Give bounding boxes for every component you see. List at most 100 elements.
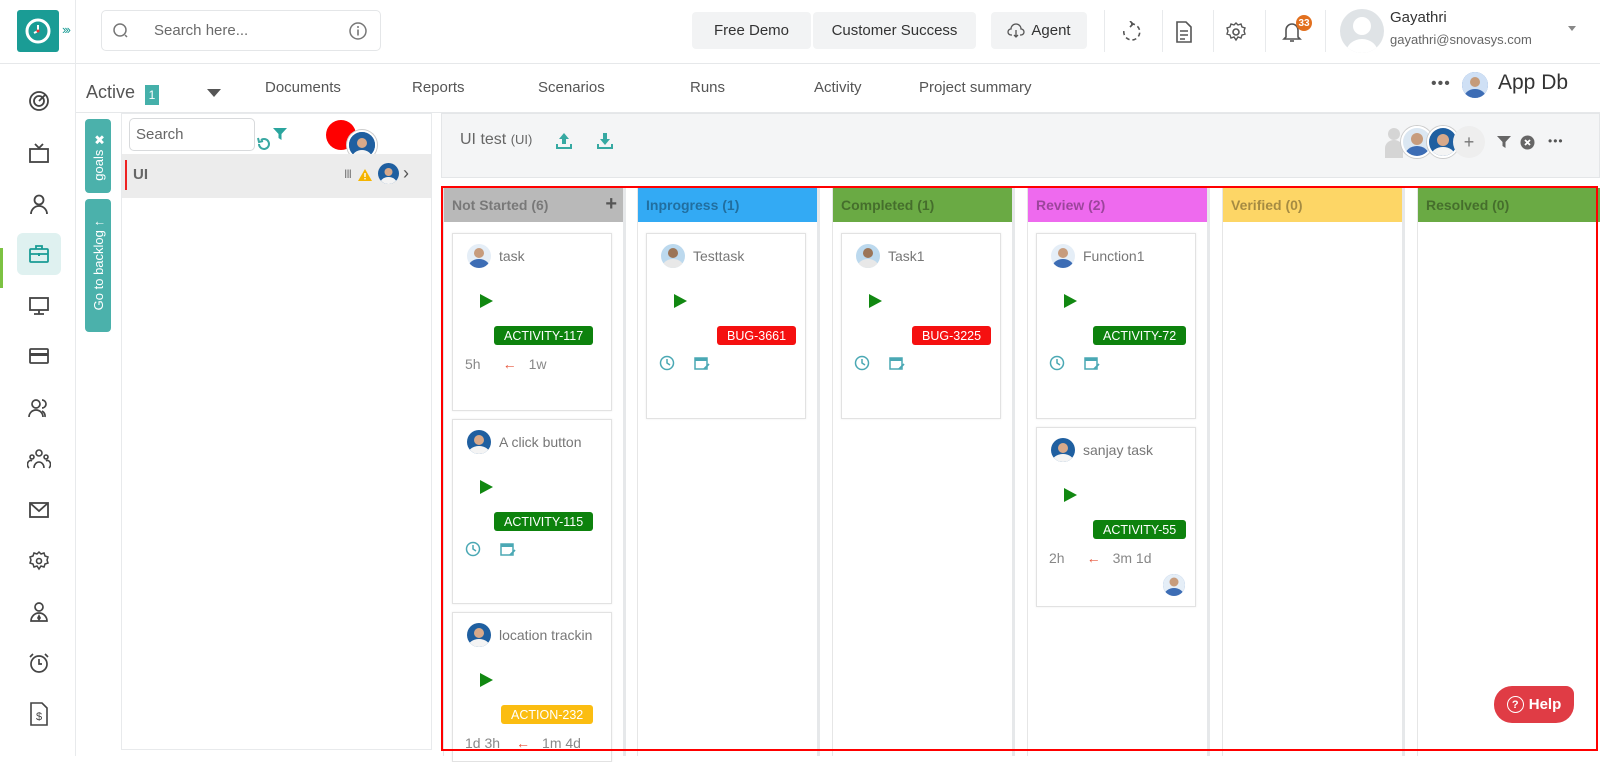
nav-billing[interactable] <box>17 335 61 377</box>
task-card[interactable]: A click button ACTIVITY-115 <box>452 419 612 604</box>
calendar-edit-icon[interactable] <box>889 355 905 371</box>
user-email: gayathri@snovasys.com <box>1390 32 1532 47</box>
clock-icon[interactable] <box>659 355 675 371</box>
info-icon[interactable] <box>348 21 368 41</box>
nav-settings[interactable] <box>17 540 61 582</box>
card-avatar <box>467 623 491 647</box>
nav-user[interactable] <box>17 183 61 225</box>
play-icon[interactable] <box>480 480 493 494</box>
board-more-icon[interactable]: ••• <box>1548 134 1564 148</box>
invoice-icon: $ <box>30 702 48 726</box>
go-to-backlog-tab[interactable]: Go to backlog ↑ <box>85 199 111 332</box>
add-member-button[interactable]: + <box>1453 126 1485 158</box>
tab-activity[interactable]: Activity <box>814 79 862 96</box>
backlog-tab-label: Go to backlog <box>90 230 106 311</box>
reviewer-avatar <box>1163 574 1185 596</box>
card-avatar <box>1051 438 1075 462</box>
chevron-right-icon[interactable]: › <box>403 163 409 184</box>
play-icon[interactable] <box>674 294 687 308</box>
task-card[interactable]: task ACTIVITY-117 5h ← 1w <box>452 233 612 411</box>
settings-icon[interactable] <box>1222 18 1250 46</box>
free-demo-button[interactable]: Free Demo <box>692 12 811 49</box>
card-tag[interactable]: BUG-3225 <box>912 326 992 345</box>
goal-row[interactable]: UI III › <box>122 154 431 198</box>
card-tag[interactable]: ACTION-232 <box>501 705 594 724</box>
agent-button[interactable]: Agent <box>991 12 1087 49</box>
task-card[interactable]: location trackin ACTION-232 1d 3h ← 1m 4… <box>452 612 612 762</box>
tab-scenarios[interactable]: Scenarios <box>538 79 605 96</box>
goals-tab[interactable]: goals ✖ <box>85 119 111 193</box>
download-icon[interactable] <box>597 132 613 150</box>
user-menu-caret-icon[interactable] <box>1568 26 1576 31</box>
nav-alarm[interactable] <box>17 642 61 684</box>
more-options-icon[interactable]: ••• <box>1431 75 1451 93</box>
goal-owner-avatar <box>378 163 399 184</box>
nav-team[interactable] <box>17 438 61 480</box>
search-input[interactable] <box>154 22 344 39</box>
nav-target[interactable] <box>17 80 61 122</box>
goals-search-input[interactable] <box>129 118 255 151</box>
nav-monitor[interactable] <box>17 285 61 327</box>
play-icon[interactable] <box>869 294 882 308</box>
reset-icon[interactable] <box>256 136 272 152</box>
calendar-edit-icon[interactable] <box>500 541 516 557</box>
expand-sidebar-icon[interactable]: ››› <box>62 22 71 37</box>
project-selector[interactable]: App Db <box>1498 71 1568 95</box>
card-title: Testtask <box>693 248 745 264</box>
column-not-started: Not Started (6) + task ACTIVITY-117 5h ←… <box>443 188 626 762</box>
tab-documents[interactable]: Documents <box>265 79 341 96</box>
refresh-icon[interactable] <box>1117 18 1145 46</box>
column-title: Resolved (0) <box>1426 197 1510 213</box>
customer-success-button[interactable]: Customer Success <box>813 12 976 49</box>
active-dropdown-caret-icon[interactable] <box>207 89 221 97</box>
task-card[interactable]: Function1 ACTIVITY-72 <box>1036 233 1196 419</box>
add-card-icon[interactable]: + <box>605 193 617 216</box>
nav-invoice[interactable]: $ <box>17 693 61 735</box>
active-filter-label[interactable]: Active <box>86 82 135 103</box>
tab-project-summary[interactable]: Project summary <box>919 79 1032 96</box>
clear-filter-icon[interactable] <box>1520 135 1535 150</box>
column-resolved: Resolved (0) <box>1417 188 1600 756</box>
nav-tv[interactable] <box>17 132 61 174</box>
deadline: 3m 1d <box>1112 550 1152 566</box>
card-tag[interactable]: ACTIVITY-55 <box>1093 520 1187 539</box>
card-tag[interactable]: ACTIVITY-117 <box>494 326 594 345</box>
app-logo[interactable] <box>17 10 59 52</box>
tab-runs[interactable]: Runs <box>690 79 725 96</box>
column-title: Verified (0) <box>1231 197 1303 213</box>
board-name: UI test <box>460 131 507 148</box>
tv-icon <box>29 143 49 163</box>
clock-logo-icon <box>25 18 51 44</box>
task-card[interactable]: sanjay task ACTIVITY-55 2h ← 3m 1d <box>1036 427 1196 607</box>
nav-mail[interactable] <box>17 489 61 531</box>
mail-icon <box>29 502 49 518</box>
clock-icon[interactable] <box>1049 355 1065 371</box>
upload-icon[interactable] <box>556 132 572 150</box>
tab-reports[interactable]: Reports <box>412 79 465 96</box>
card-tag[interactable]: ACTIVITY-115 <box>494 512 594 531</box>
clock-icon[interactable] <box>465 541 481 557</box>
nav-employee[interactable] <box>17 591 61 633</box>
play-icon[interactable] <box>1064 488 1077 502</box>
play-icon[interactable] <box>1064 294 1077 308</box>
filter-icon[interactable] <box>272 126 288 142</box>
help-button[interactable]: ? Help <box>1494 686 1574 723</box>
card-tag[interactable]: ACTIVITY-72 <box>1093 326 1187 345</box>
clock-icon[interactable] <box>854 355 870 371</box>
task-card[interactable]: Task1 BUG-3225 <box>841 233 1001 419</box>
alarm-clock-icon <box>29 653 49 673</box>
nav-users[interactable] <box>17 387 61 429</box>
card-title: Task1 <box>888 248 925 264</box>
card-tag[interactable]: BUG-3661 <box>717 326 797 345</box>
calendar-edit-icon[interactable] <box>1084 355 1100 371</box>
nav-indicator <box>0 248 3 288</box>
play-icon[interactable] <box>480 673 493 687</box>
play-icon[interactable] <box>480 294 493 308</box>
board-filter-icon[interactable] <box>1496 134 1512 150</box>
user-avatar[interactable] <box>1340 9 1384 53</box>
calendar-edit-icon[interactable] <box>694 355 710 371</box>
task-card[interactable]: Testtask BUG-3661 <box>646 233 806 419</box>
document-icon[interactable] <box>1170 18 1198 46</box>
nav-projects[interactable] <box>17 233 61 275</box>
column-header: Review (2) <box>1028 188 1207 222</box>
